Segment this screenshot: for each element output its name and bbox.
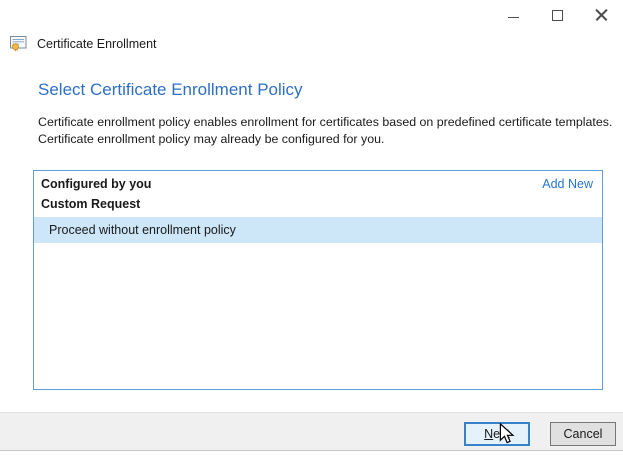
policy-item-label: Proceed without enrollment policy [49,223,236,237]
description-line: Certificate enrollment policy may alread… [38,132,385,146]
policy-group-row: Configured by you Add New [34,171,602,193]
close-icon [595,9,608,22]
cancel-button[interactable]: Cancel [550,422,616,446]
next-button-label: Next [484,427,510,441]
close-button[interactable] [579,0,623,30]
minimize-icon [507,17,519,18]
maximize-icon [551,9,563,21]
description-line: Certificate enrollment policy enables en… [38,115,613,129]
app-title: Certificate Enrollment [37,37,157,51]
add-new-link[interactable]: Add New [542,177,593,191]
app-header: Certificate Enrollment [10,36,157,52]
policy-list: Configured by you Add New Custom Request… [33,170,603,390]
minimize-button[interactable] [491,0,535,30]
certificate-enrollment-dialog: Certificate Enrollment Select Certificat… [0,0,623,457]
window-titlebar [491,0,623,30]
maximize-button[interactable] [535,0,579,30]
policy-subgroup-header: Custom Request [41,197,141,211]
certificate-icon [10,36,29,52]
policy-group-header: Configured by you [41,177,152,191]
next-button[interactable]: Next [464,422,530,446]
cancel-button-label: Cancel [563,427,603,441]
policy-list-item[interactable]: Proceed without enrollment policy [34,217,602,243]
page-title: Select Certificate Enrollment Policy [38,80,303,99]
page-description: Certificate enrollment policy enables en… [38,114,612,148]
